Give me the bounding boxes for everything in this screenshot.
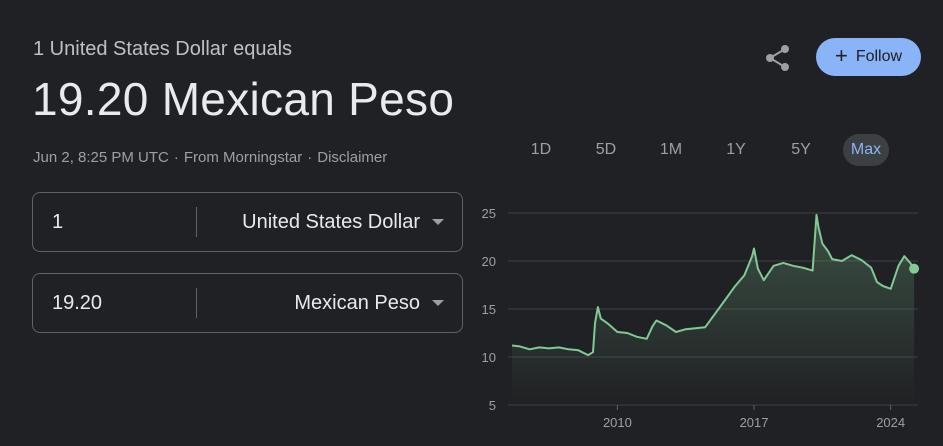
- y-tick-label: 5: [489, 398, 496, 413]
- y-tick-label: 25: [482, 206, 496, 221]
- divider: [196, 288, 197, 318]
- series-area: [512, 214, 915, 405]
- from-amount-input[interactable]: 1: [52, 193, 63, 251]
- y-tick-label: 10: [482, 350, 496, 365]
- source-link[interactable]: From Morningstar: [184, 149, 302, 166]
- y-tick-label: 15: [482, 302, 496, 317]
- plus-icon: +: [834, 43, 848, 68]
- to-converter: 19.20 Mexican Peso: [32, 273, 463, 333]
- last-price-point: [909, 263, 920, 274]
- conversion-result: 19.20 Mexican Peso: [32, 73, 455, 125]
- share-icon[interactable]: [762, 42, 794, 74]
- to-currency-select[interactable]: Mexican Peso: [294, 274, 420, 332]
- disclaimer-link[interactable]: Disclaimer: [317, 149, 387, 166]
- tab-5y[interactable]: 5Y: [780, 134, 822, 166]
- conversion-subtitle: 1 United States Dollar equals: [33, 38, 293, 60]
- x-tick-label: 2024: [876, 415, 905, 430]
- from-converter: 1 United States Dollar: [32, 192, 463, 252]
- tab-1y[interactable]: 1Y: [715, 134, 757, 166]
- tab-5d[interactable]: 5D: [584, 134, 628, 166]
- tab-max[interactable]: Max: [843, 134, 889, 166]
- chevron-down-icon[interactable]: [432, 300, 444, 306]
- follow-label: Follow: [855, 48, 903, 65]
- price-chart[interactable]: 25 20 15 10 5 2010 2017 2024: [470, 195, 930, 440]
- y-tick-label: 20: [482, 254, 496, 269]
- timestamp: Jun 2, 8:25 PM UTC: [33, 149, 169, 166]
- x-tick-label: 2017: [740, 415, 769, 430]
- tab-1d[interactable]: 1D: [520, 134, 562, 166]
- to-amount-input[interactable]: 19.20: [52, 274, 102, 332]
- follow-button[interactable]: + Follow: [816, 38, 921, 76]
- x-tick-label: 2010: [603, 415, 632, 430]
- from-currency-select[interactable]: United States Dollar: [242, 193, 420, 251]
- divider: [196, 207, 197, 237]
- tab-1m[interactable]: 1M: [648, 134, 694, 166]
- quote-meta: Jun 2, 8:25 PM UTC · From Morningstar · Disc…: [33, 149, 388, 166]
- chevron-down-icon[interactable]: [432, 219, 444, 225]
